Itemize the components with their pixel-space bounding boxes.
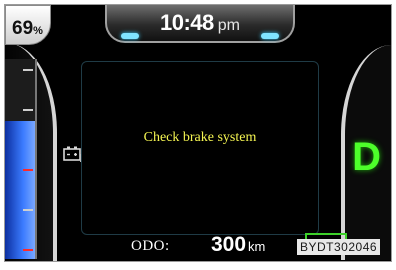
gauge-tick [23,209,33,211]
gauge-tick [23,69,33,71]
figure-code: BYDT302046 [297,239,381,255]
gauge-tick-red [23,249,33,251]
clock-ampm: pm [217,17,240,34]
gear-indicator: D [352,135,381,179]
odometer-label: ODO: [131,238,170,254]
battery-gauge-track [5,59,37,259]
battery-gauge: 69% [5,5,57,261]
instrument-cluster: 69% 10:48 pm Check brake system D ODO: 30… [4,4,392,262]
clock-bar: 10:48 pm [105,5,295,43]
battery-percent-box: 69% [5,5,51,45]
clock-time: 10:48 [159,10,214,35]
odometer-value: 300 km [211,233,266,256]
battery-percent: 69% [12,18,43,39]
multi-info-display: Check brake system [81,61,319,235]
battery-gauge-fill [5,121,35,259]
gauge-tick-red [23,169,33,171]
clock: 10:48 pm [107,10,293,36]
gauge-tick [23,109,33,111]
warning-message: Check brake system [143,130,257,145]
gear-indicator-area: D [331,5,391,261]
